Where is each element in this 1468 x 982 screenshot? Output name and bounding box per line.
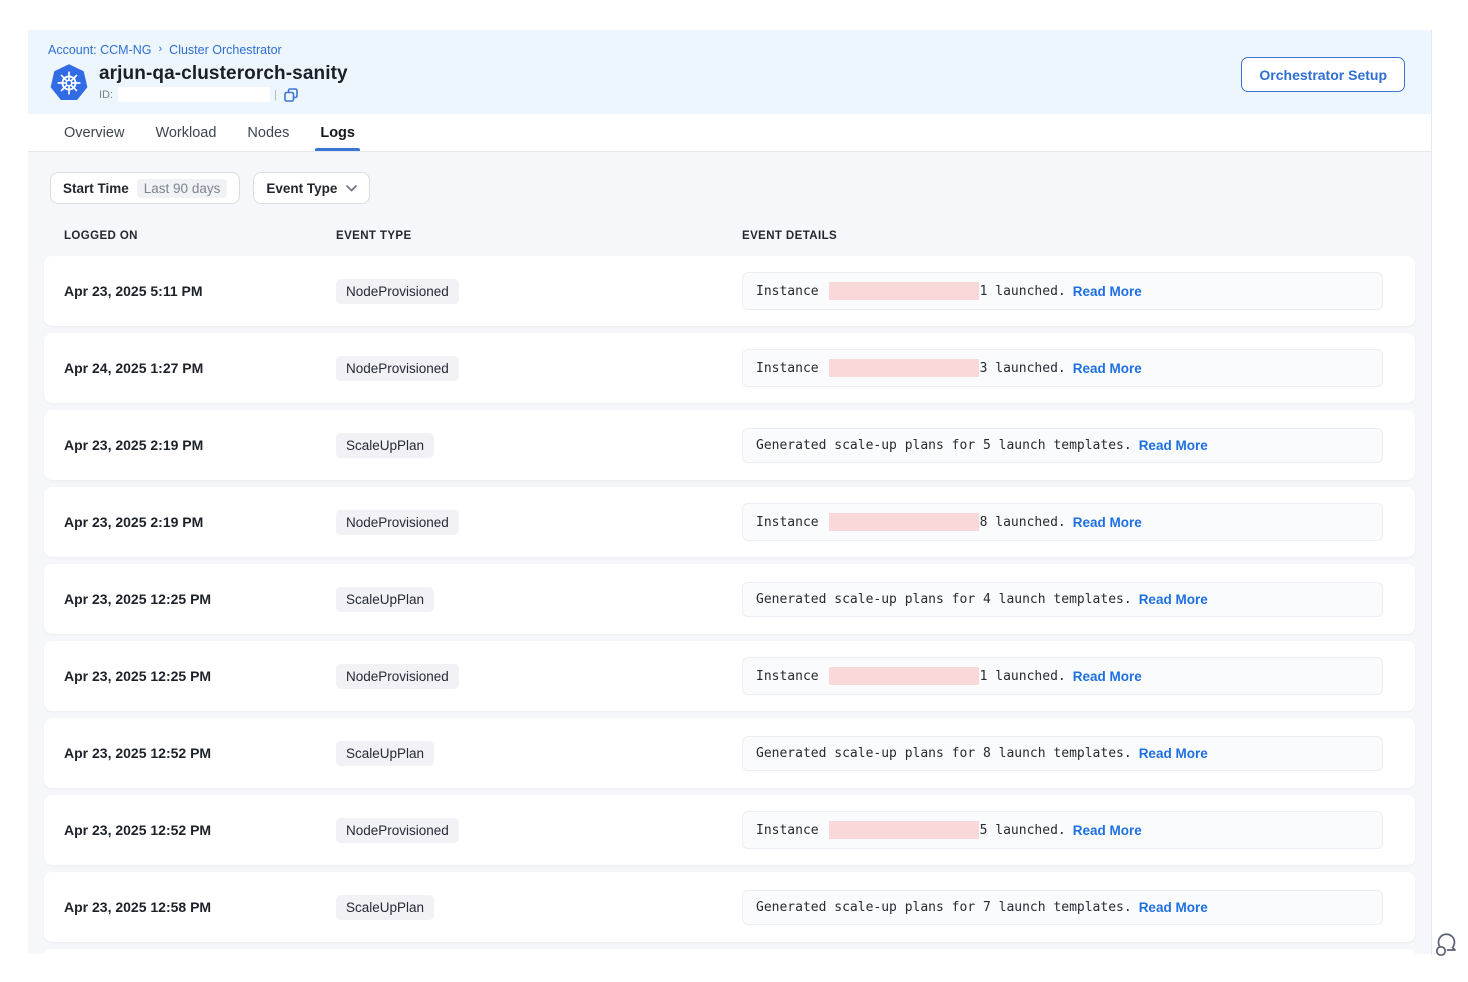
event-detail-suffix: 3 launched.: [980, 361, 1066, 376]
event-detail-text: Instance: [756, 284, 819, 299]
redacted-instance-id: [829, 821, 979, 839]
event-details-box: Generated scale-up plans for 8 launch te…: [742, 736, 1383, 771]
help-chat-icon[interactable]: [1434, 930, 1460, 958]
redacted-instance-id: [829, 513, 979, 531]
column-header-event-type: EVENT TYPE: [336, 230, 742, 242]
logged-on-cell: Apr 23, 2025 12:52 PM: [64, 745, 336, 761]
event-details-box: Instance 5 launched. Read More: [742, 811, 1383, 849]
tab-logs[interactable]: Logs: [320, 114, 355, 151]
table-row[interactable]: Apr 23, 2025 12:52 PM ScaleUpPlan Genera…: [44, 718, 1415, 788]
logged-on-cell: Apr 23, 2025 5:11 PM: [64, 283, 336, 299]
read-more-link[interactable]: Read More: [1073, 823, 1142, 838]
table-row-partial: [44, 949, 1415, 954]
table-row[interactable]: Apr 23, 2025 12:58 PM ScaleUpPlan Genera…: [44, 872, 1415, 942]
event-details-box: Generated scale-up plans for 5 launch te…: [742, 428, 1383, 463]
logged-on-cell: Apr 23, 2025 2:19 PM: [64, 514, 336, 530]
read-more-link[interactable]: Read More: [1139, 592, 1208, 607]
chevron-down-icon: [346, 185, 357, 192]
event-detail-text: Generated scale-up plans for 5 launch te…: [756, 438, 1132, 453]
event-details-box: Instance 1 launched. Read More: [742, 657, 1383, 695]
tab-workload[interactable]: Workload: [155, 114, 216, 151]
page-header: Account: CCM-NG › Cluster Orchestrator: [28, 30, 1431, 114]
event-type-label: Event Type: [266, 181, 337, 196]
event-type-badge: ScaleUpPlan: [336, 741, 434, 766]
event-type-badge: NodeProvisioned: [336, 818, 459, 843]
column-header-logged-on: LOGGED ON: [64, 230, 336, 242]
event-detail-suffix: 1 launched.: [980, 669, 1066, 684]
event-details-box: Instance 1 launched. Read More: [742, 272, 1383, 310]
read-more-link[interactable]: Read More: [1073, 361, 1142, 376]
read-more-link[interactable]: Read More: [1139, 746, 1208, 761]
read-more-link[interactable]: Read More: [1073, 284, 1142, 299]
event-log-rows: Apr 23, 2025 5:11 PM NodeProvisioned Ins…: [44, 256, 1415, 954]
id-label: ID:: [99, 89, 113, 101]
start-time-filter[interactable]: Start Time Last 90 days: [50, 172, 240, 204]
table-row[interactable]: Apr 23, 2025 2:19 PM NodeProvisioned Ins…: [44, 487, 1415, 557]
kubernetes-icon: [50, 64, 88, 102]
start-time-value: Last 90 days: [137, 179, 228, 198]
table-header: LOGGED ON EVENT TYPE EVENT DETAILS: [44, 230, 1415, 242]
breadcrumb-section[interactable]: Cluster Orchestrator: [169, 43, 282, 57]
copy-icon[interactable]: [284, 88, 298, 102]
start-time-label: Start Time: [63, 181, 129, 196]
event-type-badge: NodeProvisioned: [336, 664, 459, 689]
logged-on-cell: Apr 23, 2025 12:25 PM: [64, 591, 336, 607]
breadcrumb-separator-icon: ›: [159, 43, 163, 55]
id-value-redacted: [118, 87, 270, 102]
read-more-link[interactable]: Read More: [1073, 669, 1142, 684]
filter-bar: Start Time Last 90 days Event Type: [50, 172, 1415, 204]
event-details-box: Instance 8 launched. Read More: [742, 503, 1383, 541]
breadcrumb-account[interactable]: Account: CCM-NG: [48, 43, 152, 57]
event-type-badge: NodeProvisioned: [336, 356, 459, 381]
event-detail-suffix: 5 launched.: [980, 823, 1066, 838]
event-type-badge: ScaleUpPlan: [336, 587, 434, 612]
id-separator: |: [274, 89, 277, 101]
table-row[interactable]: Apr 23, 2025 12:52 PM NodeProvisioned In…: [44, 795, 1415, 865]
event-type-badge: ScaleUpPlan: [336, 433, 434, 458]
redacted-instance-id: [829, 282, 979, 300]
logged-on-cell: Apr 24, 2025 1:27 PM: [64, 360, 336, 376]
tab-nodes[interactable]: Nodes: [247, 114, 289, 151]
read-more-link[interactable]: Read More: [1073, 515, 1142, 530]
event-detail-text: Generated scale-up plans for 7 launch te…: [756, 900, 1132, 915]
logs-content: Start Time Last 90 days Event Type LOGGE…: [28, 152, 1431, 954]
cluster-orchestrator-page: Account: CCM-NG › Cluster Orchestrator: [28, 30, 1432, 955]
table-row[interactable]: Apr 23, 2025 12:25 PM NodeProvisioned In…: [44, 641, 1415, 711]
cluster-id-row: ID: |: [99, 87, 348, 102]
event-detail-text: Instance: [756, 669, 819, 684]
event-details-box: Instance 3 launched. Read More: [742, 349, 1383, 387]
event-details-box: Generated scale-up plans for 4 launch te…: [742, 582, 1383, 617]
tab-overview[interactable]: Overview: [64, 114, 124, 151]
event-type-badge: NodeProvisioned: [336, 510, 459, 535]
event-type-badge: NodeProvisioned: [336, 279, 459, 304]
redacted-instance-id: [829, 359, 979, 377]
read-more-link[interactable]: Read More: [1139, 438, 1208, 453]
page-title: arjun-qa-clusterorch-sanity: [99, 63, 348, 85]
table-row[interactable]: Apr 23, 2025 12:25 PM ScaleUpPlan Genera…: [44, 564, 1415, 634]
logged-on-cell: Apr 23, 2025 12:25 PM: [64, 668, 336, 684]
title-row: arjun-qa-clusterorch-sanity ID: |: [50, 63, 1411, 102]
event-type-filter[interactable]: Event Type: [253, 172, 370, 204]
orchestrator-setup-button[interactable]: Orchestrator Setup: [1241, 57, 1405, 92]
event-detail-suffix: 1 launched.: [980, 284, 1066, 299]
event-detail-text: Instance: [756, 515, 819, 530]
event-detail-text: Instance: [756, 361, 819, 376]
read-more-link[interactable]: Read More: [1139, 900, 1208, 915]
breadcrumb: Account: CCM-NG › Cluster Orchestrator: [48, 43, 1411, 57]
event-detail-text: Instance: [756, 823, 819, 838]
event-type-badge: ScaleUpPlan: [336, 895, 434, 920]
column-header-event-details: EVENT DETAILS: [742, 230, 1395, 242]
redacted-instance-id: [829, 667, 979, 685]
logged-on-cell: Apr 23, 2025 12:58 PM: [64, 899, 336, 915]
event-detail-suffix: 8 launched.: [980, 515, 1066, 530]
tab-bar: Overview Workload Nodes Logs: [28, 114, 1431, 152]
event-detail-text: Generated scale-up plans for 8 launch te…: [756, 746, 1132, 761]
table-row[interactable]: Apr 24, 2025 1:27 PM NodeProvisioned Ins…: [44, 333, 1415, 403]
event-details-box: Generated scale-up plans for 7 launch te…: [742, 890, 1383, 925]
event-detail-text: Generated scale-up plans for 4 launch te…: [756, 592, 1132, 607]
logged-on-cell: Apr 23, 2025 2:19 PM: [64, 437, 336, 453]
table-row[interactable]: Apr 23, 2025 5:11 PM NodeProvisioned Ins…: [44, 256, 1415, 326]
table-row[interactable]: Apr 23, 2025 2:19 PM ScaleUpPlan Generat…: [44, 410, 1415, 480]
logged-on-cell: Apr 23, 2025 12:52 PM: [64, 822, 336, 838]
